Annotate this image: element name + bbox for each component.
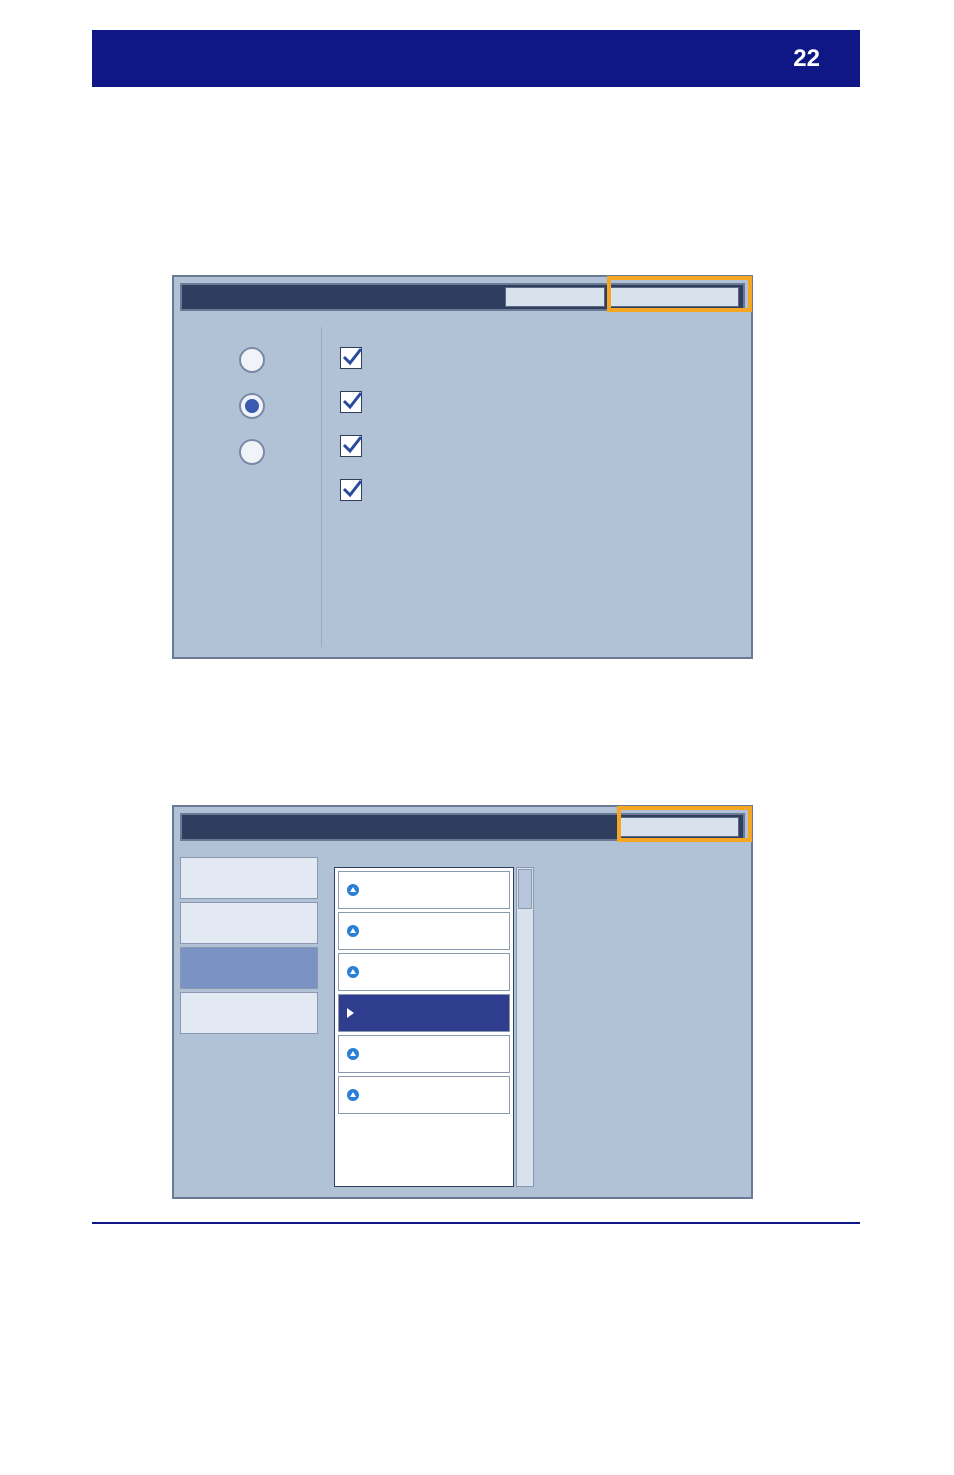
checkbox-1[interactable] [340,347,362,369]
page-header: 22 [92,30,860,87]
checkbox-3[interactable] [340,435,362,457]
list-item-6[interactable] [338,1076,510,1114]
sidebar-item-3[interactable] [180,947,318,989]
sidebar-nav [174,847,324,1195]
list-item-5[interactable] [338,1035,510,1073]
checkbox-group [322,327,362,647]
item-list [334,867,514,1187]
radio-option-2[interactable] [239,393,265,419]
radio-group [182,327,322,647]
panel2-body [174,847,751,1195]
up-arrow-icon [347,1048,359,1060]
list-item-1[interactable] [338,871,510,909]
up-arrow-icon [347,925,359,937]
scroll-thumb[interactable] [518,869,532,909]
panel1-body [174,317,751,655]
sidebar-item-4[interactable] [180,992,318,1034]
list-item-3[interactable] [338,953,510,991]
scrollbar[interactable] [516,867,534,1187]
up-arrow-icon [347,966,359,978]
up-arrow-icon [347,1089,359,1101]
sidebar-item-2[interactable] [180,902,318,944]
checkbox-2[interactable] [340,391,362,413]
settings-panel-1 [172,275,753,659]
footer-divider [92,1222,860,1224]
radio-option-1[interactable] [239,347,265,373]
page-number: 22 [793,45,820,73]
up-arrow-icon [347,884,359,896]
highlight-annotation-1 [607,276,752,312]
play-icon [347,1008,354,1018]
list-item-4[interactable] [338,994,510,1032]
main-content [324,847,751,1195]
checkbox-4[interactable] [340,479,362,501]
radio-option-3[interactable] [239,439,265,465]
highlight-annotation-2 [617,806,752,842]
sidebar-item-1[interactable] [180,857,318,899]
titlebar-button-1[interactable] [505,287,605,307]
list-item-2[interactable] [338,912,510,950]
settings-panel-2 [172,805,753,1199]
